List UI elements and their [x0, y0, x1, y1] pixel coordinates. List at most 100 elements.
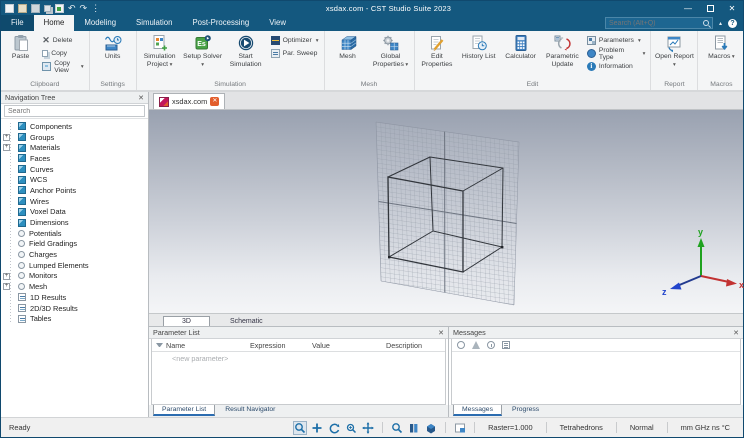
open-file-icon[interactable] — [18, 3, 27, 13]
redo-icon[interactable]: ↷ — [80, 3, 88, 13]
tree-item-1d-results[interactable]: 1D Results — [1, 292, 148, 303]
macros-button[interactable]: Macros — [700, 32, 742, 62]
tree-item-monitors[interactable]: Monitors — [1, 271, 148, 282]
tree-item-wires[interactable]: Wires — [1, 196, 148, 207]
save-icon[interactable] — [31, 3, 40, 13]
filter-icon[interactable] — [152, 341, 166, 350]
optimizer-button[interactable]: Optimizer — [268, 35, 322, 46]
expand-icon[interactable] — [3, 272, 10, 280]
library-icon[interactable] — [408, 422, 420, 434]
tree-item-field-gradings[interactable]: Field Gradings — [1, 239, 148, 250]
tree-item-components[interactable]: Components — [1, 121, 148, 132]
maximize-button[interactable] — [699, 1, 721, 15]
tab-simulation[interactable]: Simulation — [126, 15, 182, 31]
raster-settings-icon[interactable] — [454, 422, 466, 434]
global-properties-button[interactable]: Global Properties — [370, 32, 412, 70]
qat-customize-icon[interactable]: ⋮ — [91, 3, 100, 13]
message-options-icon[interactable] — [502, 341, 510, 349]
info-filter-icon[interactable] — [487, 341, 495, 349]
column-description[interactable]: Description — [386, 341, 445, 350]
save-all-icon[interactable] — [44, 4, 51, 12]
tab-progress[interactable]: Progress — [504, 405, 547, 414]
tree-item-faces[interactable]: Faces — [1, 153, 148, 164]
par-sweep-button[interactable]: Par. Sweep — [268, 48, 322, 59]
tree-item-charges[interactable]: Charges — [1, 249, 148, 260]
ribbon-search-box[interactable] — [604, 17, 713, 29]
calculator-button[interactable]: Calculator — [500, 32, 541, 62]
ribbon-search-input[interactable] — [608, 19, 703, 27]
import-icon[interactable] — [55, 3, 64, 13]
problem-type-button[interactable]: Problem Type — [584, 47, 649, 61]
tree-item-2d3d-results[interactable]: 2D/3D Results — [1, 303, 148, 314]
viewport-3d[interactable]: y x z — [149, 110, 744, 313]
status-raster[interactable]: Raster=1.000 — [483, 423, 538, 432]
warnings-filter-icon[interactable] — [472, 341, 480, 349]
tree-item-lumped-elements[interactable]: Lumped Elements — [1, 260, 148, 271]
tab-view[interactable]: View — [259, 15, 296, 31]
expand-icon[interactable] — [3, 144, 10, 152]
start-simulation-button[interactable]: Start Simulation — [225, 32, 267, 70]
close-document-tab-icon[interactable]: ✕ — [210, 97, 220, 106]
tree-item-materials[interactable]: Materials — [1, 142, 148, 153]
document-tab[interactable]: xsdax.com ✕ — [153, 93, 226, 109]
copy-button[interactable]: Copy — [39, 48, 86, 59]
tree-item-tables[interactable]: Tables — [1, 313, 148, 324]
tab-3d[interactable]: 3D — [163, 316, 210, 326]
pan-view-icon[interactable] — [362, 421, 375, 434]
parameters-button[interactable]: Parameters — [584, 35, 649, 46]
tab-messages[interactable]: Messages — [453, 405, 502, 416]
tree-item-curves[interactable]: Curves — [1, 164, 148, 175]
open-report-button[interactable]: Open Report — [653, 32, 695, 70]
tab-result-navigator[interactable]: Result Navigator — [217, 405, 283, 414]
close-messages-icon[interactable]: ✕ — [733, 329, 739, 337]
column-name[interactable]: Name — [166, 341, 250, 350]
status-units[interactable]: mm GHz ns °C — [676, 423, 735, 432]
simulation-project-button[interactable]: Simulation Project — [139, 32, 181, 70]
zoom-fit-icon[interactable] — [391, 422, 403, 434]
help-icon[interactable]: ? — [728, 18, 737, 28]
tab-schematic[interactable]: Schematic — [212, 317, 281, 326]
rotate-view-icon[interactable] — [328, 422, 340, 434]
tree-item-anchor-points[interactable]: Anchor Points — [1, 185, 148, 196]
history-list-button[interactable]: History List — [458, 32, 499, 62]
paste-button[interactable]: Paste — [3, 32, 38, 62]
expand-icon[interactable] — [3, 283, 10, 291]
close-parameter-list-icon[interactable]: ✕ — [438, 329, 444, 337]
new-file-icon[interactable] — [5, 3, 14, 13]
tab-modeling[interactable]: Modeling — [74, 15, 126, 31]
tab-parameter-list[interactable]: Parameter List — [153, 405, 216, 416]
minimize-button[interactable]: — — [677, 1, 699, 15]
column-value[interactable]: Value — [312, 341, 386, 350]
status-accuracy[interactable]: Normal — [625, 423, 659, 432]
zoom-select-icon[interactable] — [293, 420, 308, 435]
status-mesh-type[interactable]: Tetrahedrons — [555, 423, 608, 432]
delete-button[interactable]: ✕ Delete — [39, 35, 86, 46]
errors-filter-icon[interactable] — [457, 341, 465, 349]
close-button[interactable]: ✕ — [721, 1, 743, 15]
tree-item-voxel-data[interactable]: Voxel Data — [1, 207, 148, 218]
expand-icon[interactable] — [3, 133, 10, 141]
edit-properties-button[interactable]: Edit Properties — [417, 32, 458, 70]
tab-post-processing[interactable]: Post-Processing — [182, 15, 259, 31]
tab-home[interactable]: Home — [33, 15, 75, 31]
tree-search-input[interactable] — [4, 105, 145, 117]
tree-item-potentials[interactable]: Potentials — [1, 228, 148, 239]
parametric-update-button[interactable]: Parametric Update — [542, 32, 583, 70]
bounding-box-icon[interactable] — [425, 422, 437, 434]
zoom-in-icon[interactable] — [311, 422, 323, 434]
tree-item-mesh[interactable]: Mesh — [1, 281, 148, 292]
tab-file[interactable]: File — [1, 15, 34, 31]
copy-view-button[interactable]: Copy View — [39, 60, 86, 74]
new-parameter-row[interactable]: <new parameter> — [152, 352, 445, 363]
zoom-window-icon[interactable] — [345, 422, 357, 434]
close-navigation-tree-icon[interactable]: ✕ — [138, 94, 144, 102]
collapse-ribbon-icon[interactable]: ▴ — [719, 20, 722, 27]
column-expression[interactable]: Expression — [250, 341, 312, 350]
mesh-view-button[interactable]: Mesh — [327, 32, 369, 62]
undo-icon[interactable]: ↶ — [68, 3, 76, 13]
units-button[interactable]: Units — [92, 32, 134, 62]
tree-item-dimensions[interactable]: Dimensions — [1, 217, 148, 228]
tree-item-groups[interactable]: Groups — [1, 132, 148, 143]
setup-solver-button[interactable]: Es Setup Solver — [182, 32, 224, 70]
tree-item-wcs[interactable]: WCS — [1, 174, 148, 185]
